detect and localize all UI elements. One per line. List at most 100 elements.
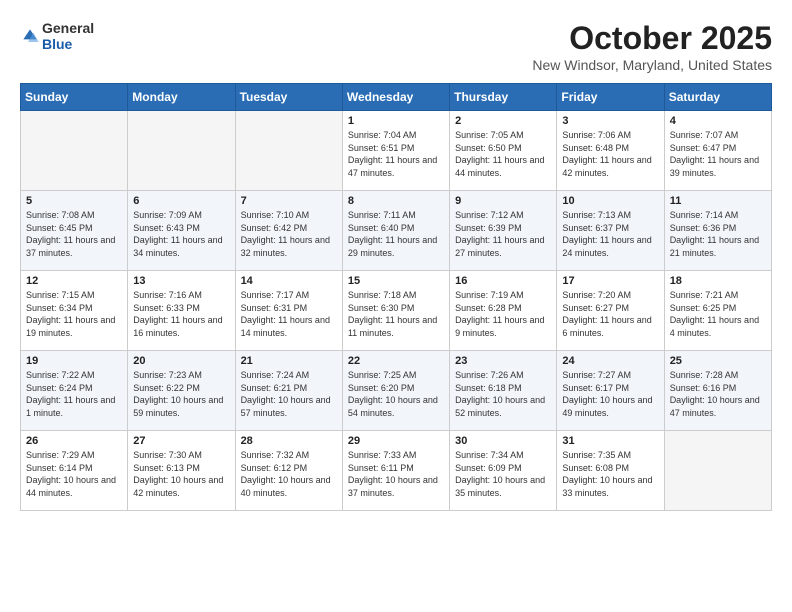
calendar-cell: 17 Sunrise: 7:20 AM Sunset: 6:27 PM Dayli…: [557, 271, 664, 351]
calendar-cell: [235, 111, 342, 191]
calendar-cell: [21, 111, 128, 191]
day-number: 8: [348, 195, 444, 207]
day-number: 7: [241, 195, 337, 207]
calendar-cell: 5 Sunrise: 7:08 AM Sunset: 6:45 PM Daylig…: [21, 191, 128, 271]
calendar-cell: 22 Sunrise: 7:25 AM Sunset: 6:20 PM Dayli…: [342, 351, 449, 431]
day-number: 17: [562, 275, 658, 287]
calendar-week-2: 5 Sunrise: 7:08 AM Sunset: 6:45 PM Daylig…: [21, 191, 772, 271]
day-number: 24: [562, 355, 658, 367]
day-number: 5: [26, 195, 122, 207]
day-number: 28: [241, 435, 337, 447]
day-number: 23: [455, 355, 551, 367]
day-number: 12: [26, 275, 122, 287]
calendar-cell: [664, 431, 771, 511]
calendar-week-5: 26 Sunrise: 7:29 AM Sunset: 6:14 PM Dayli…: [21, 431, 772, 511]
calendar-cell: 29Sunrise: 7:33 AM Sunset: 6:11 PM Dayli…: [342, 431, 449, 511]
day-info: Sunrise: 7:10 AM Sunset: 6:42 PM Dayligh…: [241, 209, 337, 259]
calendar-cell: 24Sunrise: 7:27 AM Sunset: 6:17 PM Dayli…: [557, 351, 664, 431]
logo-general: General: [42, 20, 94, 36]
calendar-cell: 6 Sunrise: 7:09 AM Sunset: 6:43 PM Daylig…: [128, 191, 235, 271]
day-number: 25: [670, 355, 766, 367]
calendar-cell: 31 Sunrise: 7:35 AM Sunset: 6:08 PM Dayli…: [557, 431, 664, 511]
day-number: 21: [241, 355, 337, 367]
title-section: October 2025 New Windsor, Maryland, Unit…: [532, 20, 772, 73]
day-info: Sunrise: 7:28 AM Sunset: 6:16 PM Dayligh…: [670, 369, 766, 419]
calendar-cell: 30Sunrise: 7:34 AM Sunset: 6:09 PM Dayli…: [450, 431, 557, 511]
day-info: Sunrise: 7:35 AM Sunset: 6:08 PM Dayligh…: [562, 449, 658, 499]
calendar-cell: 14 Sunrise: 7:17 AM Sunset: 6:31 PM Dayli…: [235, 271, 342, 351]
calendar-week-3: 12 Sunrise: 7:15 AM Sunset: 6:34 PM Dayli…: [21, 271, 772, 351]
day-info: Sunrise: 7:13 AM Sunset: 6:37 PM Dayligh…: [562, 209, 658, 259]
day-number: 18: [670, 275, 766, 287]
day-info: Sunrise: 7:21 AM Sunset: 6:25 PM Dayligh…: [670, 289, 766, 339]
day-info: Sunrise: 7:29 AM Sunset: 6:14 PM Dayligh…: [26, 449, 122, 499]
calendar-cell: 13Sunrise: 7:16 AM Sunset: 6:33 PM Dayli…: [128, 271, 235, 351]
calendar-cell: 2Sunrise: 7:05 AM Sunset: 6:50 PM Daylig…: [450, 111, 557, 191]
day-info: Sunrise: 7:08 AM Sunset: 6:45 PM Dayligh…: [26, 209, 122, 259]
day-number: 14: [241, 275, 337, 287]
day-number: 11: [670, 195, 766, 207]
day-info: Sunrise: 7:17 AM Sunset: 6:31 PM Dayligh…: [241, 289, 337, 339]
header-tuesday: Tuesday: [235, 84, 342, 111]
header-saturday: Saturday: [664, 84, 771, 111]
header-wednesday: Wednesday: [342, 84, 449, 111]
calendar-cell: 4 Sunrise: 7:07 AM Sunset: 6:47 PM Daylig…: [664, 111, 771, 191]
location-title: New Windsor, Maryland, United States: [532, 57, 772, 73]
calendar-cell: [128, 111, 235, 191]
calendar-cell: 1 Sunrise: 7:04 AM Sunset: 6:51 PM Daylig…: [342, 111, 449, 191]
day-info: Sunrise: 7:25 AM Sunset: 6:20 PM Dayligh…: [348, 369, 444, 419]
calendar-week-1: 1 Sunrise: 7:04 AM Sunset: 6:51 PM Daylig…: [21, 111, 772, 191]
day-number: 4: [670, 115, 766, 127]
day-info: Sunrise: 7:30 AM Sunset: 6:13 PM Dayligh…: [133, 449, 229, 499]
day-info: Sunrise: 7:18 AM Sunset: 6:30 PM Dayligh…: [348, 289, 444, 339]
day-info: Sunrise: 7:22 AM Sunset: 6:24 PM Dayligh…: [26, 369, 122, 419]
day-number: 22: [348, 355, 444, 367]
calendar: Sunday Monday Tuesday Wednesday Thursday…: [20, 83, 772, 511]
day-number: 20: [133, 355, 229, 367]
day-info: Sunrise: 7:07 AM Sunset: 6:47 PM Dayligh…: [670, 129, 766, 179]
header-thursday: Thursday: [450, 84, 557, 111]
logo-icon: [20, 26, 40, 46]
day-info: Sunrise: 7:32 AM Sunset: 6:12 PM Dayligh…: [241, 449, 337, 499]
calendar-cell: 11Sunrise: 7:14 AM Sunset: 6:36 PM Dayli…: [664, 191, 771, 271]
day-number: 26: [26, 435, 122, 447]
calendar-cell: 26 Sunrise: 7:29 AM Sunset: 6:14 PM Dayli…: [21, 431, 128, 511]
day-info: Sunrise: 7:20 AM Sunset: 6:27 PM Dayligh…: [562, 289, 658, 339]
calendar-cell: 21 Sunrise: 7:24 AM Sunset: 6:21 PM Dayli…: [235, 351, 342, 431]
day-number: 9: [455, 195, 551, 207]
calendar-cell: 15 Sunrise: 7:18 AM Sunset: 6:30 PM Dayli…: [342, 271, 449, 351]
calendar-cell: 19Sunrise: 7:22 AM Sunset: 6:24 PM Dayli…: [21, 351, 128, 431]
day-number: 6: [133, 195, 229, 207]
day-number: 1: [348, 115, 444, 127]
logo: General Blue: [20, 20, 94, 52]
calendar-cell: 27 Sunrise: 7:30 AM Sunset: 6:13 PM Dayli…: [128, 431, 235, 511]
day-number: 31: [562, 435, 658, 447]
day-info: Sunrise: 7:23 AM Sunset: 6:22 PM Dayligh…: [133, 369, 229, 419]
calendar-week-4: 19Sunrise: 7:22 AM Sunset: 6:24 PM Dayli…: [21, 351, 772, 431]
day-number: 16: [455, 275, 551, 287]
day-number: 15: [348, 275, 444, 287]
logo-text: General Blue: [42, 20, 94, 52]
header: General Blue October 2025 New Windsor, M…: [20, 20, 772, 73]
calendar-cell: 8 Sunrise: 7:11 AM Sunset: 6:40 PM Daylig…: [342, 191, 449, 271]
day-info: Sunrise: 7:06 AM Sunset: 6:48 PM Dayligh…: [562, 129, 658, 179]
calendar-cell: 10 Sunrise: 7:13 AM Sunset: 6:37 PM Dayli…: [557, 191, 664, 271]
day-info: Sunrise: 7:33 AM Sunset: 6:11 PM Dayligh…: [348, 449, 444, 499]
calendar-cell: 9Sunrise: 7:12 AM Sunset: 6:39 PM Daylig…: [450, 191, 557, 271]
day-info: Sunrise: 7:34 AM Sunset: 6:09 PM Dayligh…: [455, 449, 551, 499]
day-info: Sunrise: 7:09 AM Sunset: 6:43 PM Dayligh…: [133, 209, 229, 259]
day-number: 10: [562, 195, 658, 207]
day-info: Sunrise: 7:04 AM Sunset: 6:51 PM Dayligh…: [348, 129, 444, 179]
calendar-cell: 23Sunrise: 7:26 AM Sunset: 6:18 PM Dayli…: [450, 351, 557, 431]
month-title: October 2025: [532, 20, 772, 57]
day-info: Sunrise: 7:15 AM Sunset: 6:34 PM Dayligh…: [26, 289, 122, 339]
day-number: 27: [133, 435, 229, 447]
header-friday: Friday: [557, 84, 664, 111]
day-info: Sunrise: 7:16 AM Sunset: 6:33 PM Dayligh…: [133, 289, 229, 339]
calendar-cell: 7 Sunrise: 7:10 AM Sunset: 6:42 PM Daylig…: [235, 191, 342, 271]
calendar-cell: 18 Sunrise: 7:21 AM Sunset: 6:25 PM Dayli…: [664, 271, 771, 351]
day-info: Sunrise: 7:24 AM Sunset: 6:21 PM Dayligh…: [241, 369, 337, 419]
day-info: Sunrise: 7:11 AM Sunset: 6:40 PM Dayligh…: [348, 209, 444, 259]
calendar-cell: 20 Sunrise: 7:23 AM Sunset: 6:22 PM Dayli…: [128, 351, 235, 431]
day-info: Sunrise: 7:05 AM Sunset: 6:50 PM Dayligh…: [455, 129, 551, 179]
